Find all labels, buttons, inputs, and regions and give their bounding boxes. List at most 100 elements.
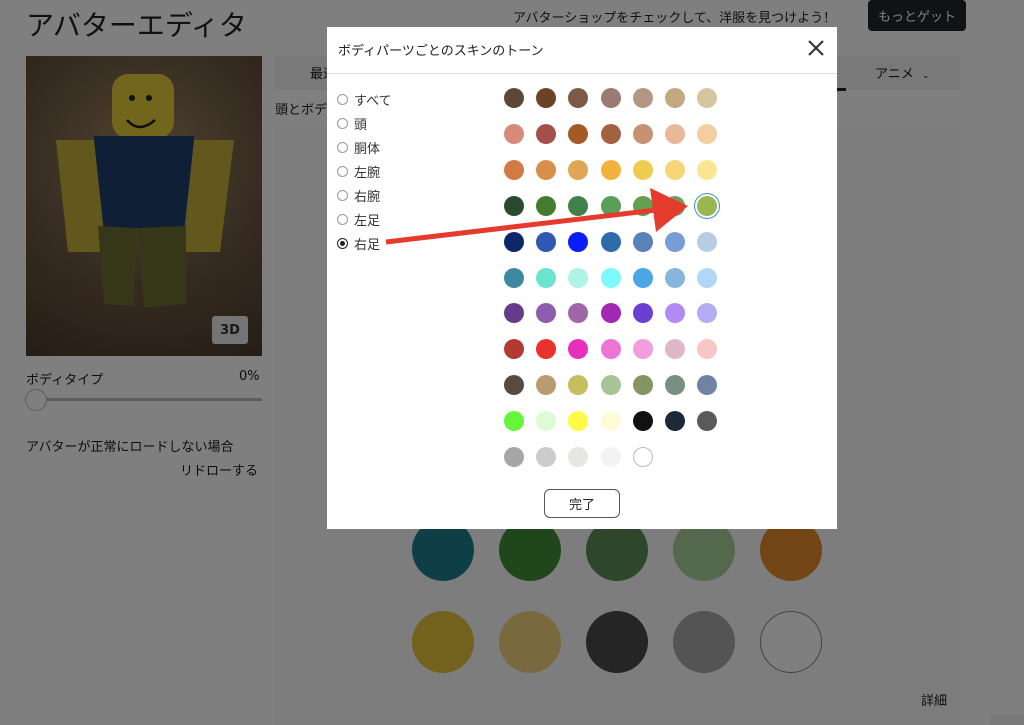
skin-tone-swatch[interactable] (504, 303, 524, 324)
skin-tone-swatch[interactable] (632, 303, 653, 324)
skin-tone-swatch[interactable] (665, 339, 685, 360)
skin-tone-swatch[interactable] (632, 88, 653, 108)
skin-tone-swatch[interactable] (665, 411, 685, 432)
skin-tone-swatch[interactable] (568, 267, 589, 288)
skin-tone-swatch[interactable] (632, 267, 653, 288)
skin-tone-swatch[interactable] (632, 195, 653, 216)
radio-icon[interactable] (337, 213, 348, 225)
skin-tone-swatch[interactable] (600, 375, 621, 396)
body-part-option[interactable]: 右足 (337, 233, 380, 253)
body-part-option[interactable]: 左足 (337, 209, 380, 229)
body-part-option[interactable]: 左腕 (337, 161, 380, 181)
skin-tone-swatch[interactable] (697, 123, 718, 144)
modal-title: ボディパーツごとのスキンのトーン (338, 44, 544, 59)
skin-tone-swatch[interactable] (568, 411, 589, 432)
skin-tone-swatch[interactable] (600, 411, 621, 432)
skin-tone-swatch[interactable] (504, 88, 524, 108)
body-part-label: 左腕 (354, 165, 381, 181)
skin-tone-swatch[interactable] (504, 447, 524, 467)
skin-tone-swatch[interactable] (632, 411, 653, 432)
skin-tone-swatch[interactable] (665, 303, 685, 324)
radio-icon[interactable] (337, 189, 348, 201)
skin-tone-swatch[interactable] (536, 267, 557, 288)
skin-tone-swatch[interactable] (600, 339, 621, 360)
skin-tone-modal: ボディパーツごとのスキンのトーン すべて頭胴体左腕右腕左足右足 完了 (327, 27, 837, 529)
skin-tone-swatch[interactable] (536, 123, 557, 144)
skin-tone-swatch[interactable] (697, 267, 718, 288)
skin-tone-swatch[interactable] (697, 303, 718, 324)
skin-tone-swatch[interactable] (504, 267, 524, 288)
body-part-option[interactable]: 胴体 (337, 137, 380, 157)
skin-tone-swatch[interactable] (600, 159, 621, 180)
skin-tone-swatch[interactable] (536, 303, 557, 324)
body-part-label: 左足 (354, 213, 381, 229)
close-icon[interactable] (805, 37, 827, 59)
skin-tone-swatch[interactable] (665, 159, 685, 180)
radio-icon[interactable] (337, 237, 348, 249)
radio-icon[interactable] (337, 117, 348, 129)
skin-tone-swatch[interactable] (600, 231, 621, 252)
skin-tone-swatch[interactable] (697, 411, 718, 432)
skin-tone-swatch[interactable] (568, 375, 589, 396)
skin-tone-swatch[interactable] (536, 411, 557, 432)
skin-tone-swatch[interactable] (665, 267, 685, 288)
skin-tone-swatch[interactable] (600, 123, 621, 144)
skin-tone-swatch[interactable] (632, 231, 653, 252)
skin-tone-swatch[interactable] (568, 447, 589, 467)
skin-tone-swatch[interactable] (568, 88, 589, 108)
skin-tone-swatch[interactable] (504, 375, 524, 396)
body-part-option[interactable]: 頭 (337, 113, 367, 133)
skin-tone-swatch[interactable] (536, 447, 557, 467)
skin-tone-swatch[interactable] (665, 195, 685, 216)
body-part-label: 頭 (354, 117, 368, 133)
skin-tone-swatch[interactable] (504, 123, 524, 144)
skin-tone-swatch[interactable] (600, 195, 621, 216)
skin-tone-swatch[interactable] (568, 195, 589, 216)
skin-tone-swatch[interactable] (568, 231, 589, 252)
body-part-option[interactable]: すべて (337, 89, 392, 109)
skin-tone-swatch[interactable] (536, 195, 557, 216)
body-part-label: すべて (354, 93, 392, 109)
skin-tone-swatch[interactable] (632, 339, 653, 360)
skin-tone-swatch[interactable] (600, 267, 621, 288)
skin-tone-swatch[interactable] (600, 88, 621, 108)
skin-tone-swatch[interactable] (665, 231, 685, 252)
skin-tone-swatch[interactable] (665, 375, 685, 396)
skin-tone-swatch[interactable] (665, 88, 685, 108)
body-part-option[interactable]: 右腕 (337, 185, 380, 205)
skin-tone-swatch[interactable] (632, 447, 653, 467)
skin-tone-swatch[interactable] (504, 339, 524, 360)
skin-tone-swatch[interactable] (536, 375, 557, 396)
skin-tone-swatch[interactable] (536, 231, 557, 252)
skin-tone-swatch[interactable] (665, 123, 685, 144)
skin-tone-swatch[interactable] (632, 375, 653, 396)
skin-tone-swatch[interactable] (568, 339, 589, 360)
skin-tone-swatch[interactable] (536, 88, 557, 108)
skin-tone-swatch[interactable] (504, 411, 524, 432)
skin-tone-swatch[interactable] (600, 303, 621, 324)
radio-icon[interactable] (337, 165, 348, 177)
radio-icon[interactable] (337, 93, 348, 105)
skin-tone-swatch-grid (504, 88, 734, 478)
skin-tone-swatch[interactable] (632, 159, 653, 180)
skin-tone-swatch[interactable] (697, 195, 718, 216)
skin-tone-swatch[interactable] (697, 88, 718, 108)
skin-tone-swatch[interactable] (568, 159, 589, 180)
skin-tone-swatch[interactable] (697, 159, 718, 180)
skin-tone-swatch[interactable] (697, 231, 718, 252)
body-part-label: 右腕 (354, 189, 381, 205)
skin-tone-swatch[interactable] (632, 123, 653, 144)
skin-tone-swatch[interactable] (697, 375, 718, 396)
done-button[interactable]: 完了 (544, 489, 620, 518)
body-part-label: 胴体 (354, 141, 381, 157)
skin-tone-swatch[interactable] (568, 303, 589, 324)
skin-tone-swatch[interactable] (568, 123, 589, 144)
skin-tone-swatch[interactable] (536, 339, 557, 360)
skin-tone-swatch[interactable] (504, 195, 524, 216)
radio-icon[interactable] (337, 141, 348, 153)
skin-tone-swatch[interactable] (504, 159, 524, 180)
skin-tone-swatch[interactable] (600, 447, 621, 467)
skin-tone-swatch[interactable] (536, 159, 557, 180)
skin-tone-swatch[interactable] (697, 339, 718, 360)
skin-tone-swatch[interactable] (504, 231, 524, 252)
